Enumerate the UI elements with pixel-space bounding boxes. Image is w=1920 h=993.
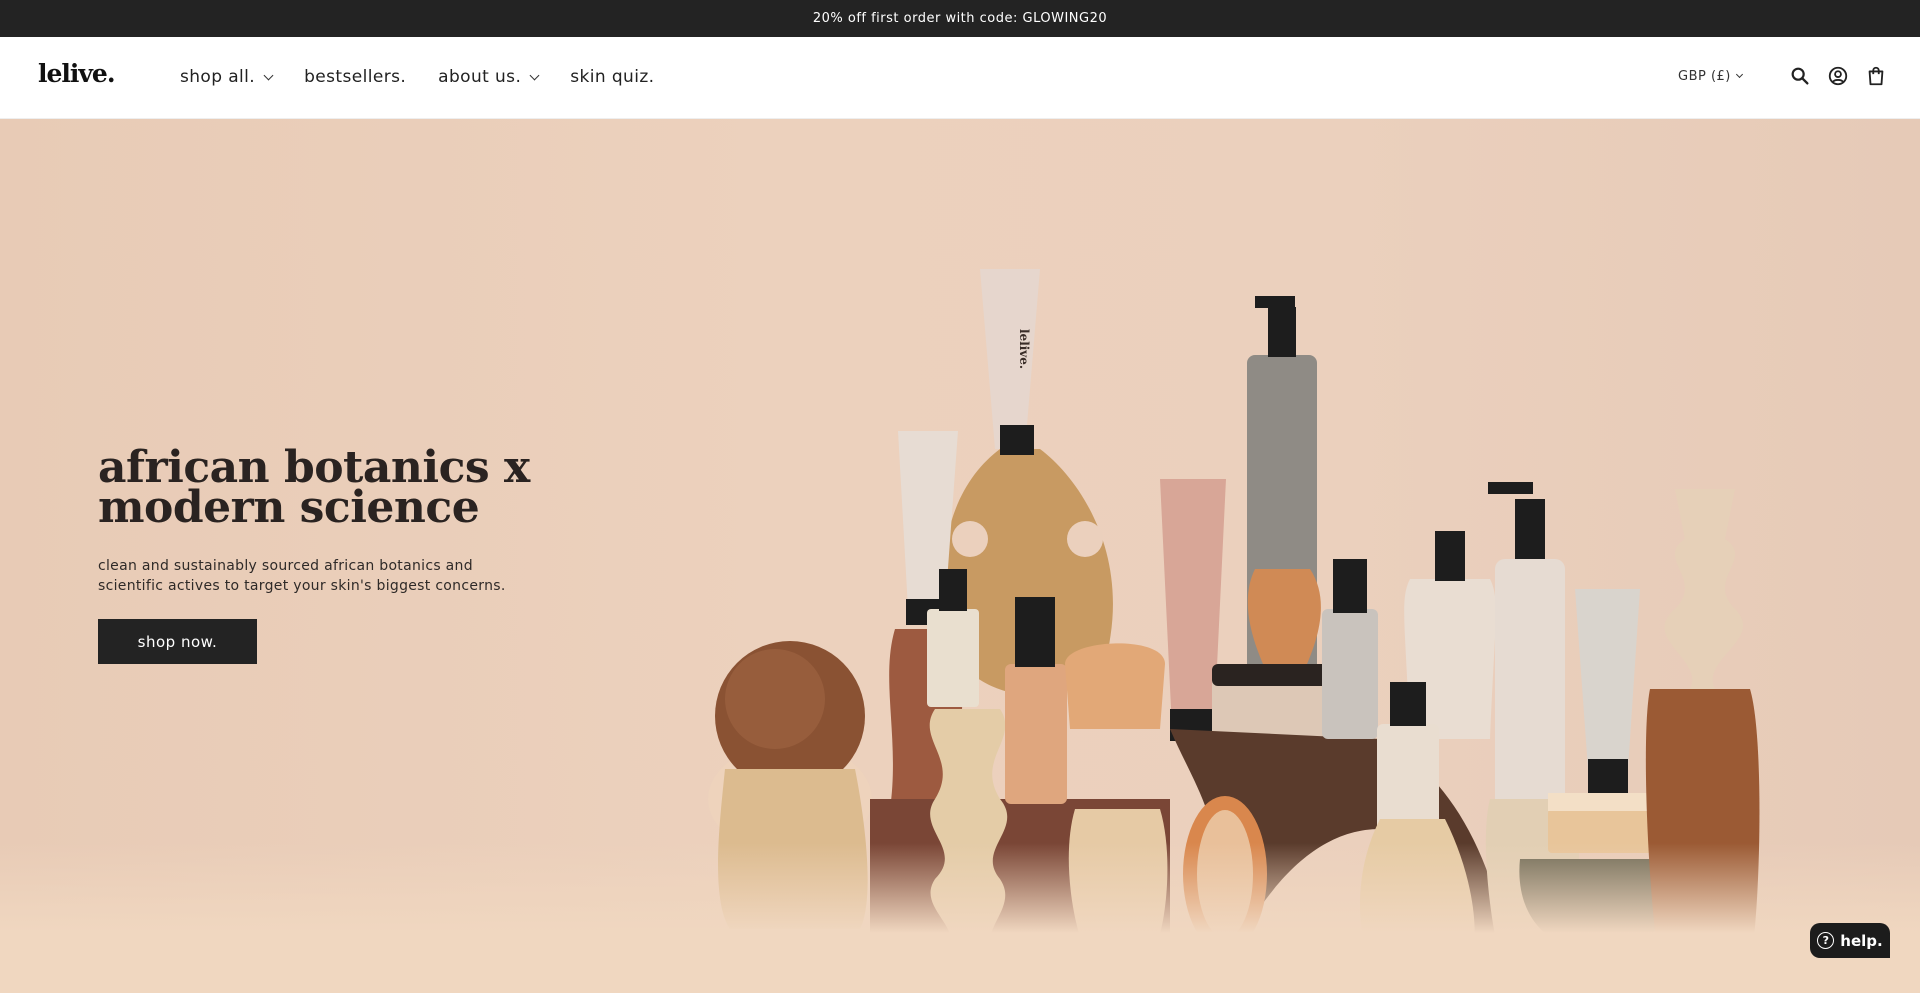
help-icon: ? <box>1817 932 1835 949</box>
nav-about-us[interactable]: about us. <box>438 67 540 87</box>
search-icon[interactable] <box>1789 65 1811 87</box>
help-button[interactable]: ? help. <box>1810 923 1890 958</box>
nav-skin-quiz-label: skin quiz. <box>570 67 655 87</box>
shop-now-button[interactable]: shop now. <box>98 619 257 664</box>
currency-selector[interactable]: GBP (£) <box>1678 69 1743 84</box>
announcement-bar: 20% off first order with code: GLOWING20 <box>0 0 1920 37</box>
announcement-text: 20% off first order with code: GLOWING20 <box>812 11 1108 26</box>
chevron-down-icon <box>263 70 274 80</box>
main-nav: shop all. bestsellers. about us. skin qu… <box>180 67 686 87</box>
account-icon[interactable] <box>1827 65 1849 87</box>
product-label-text: lelive. <box>1017 329 1031 369</box>
hero-title: african botanics x modern science <box>98 446 538 533</box>
nav-shop-all[interactable]: shop all. <box>180 67 274 87</box>
hero-subtitle: clean and sustainably sourced african bo… <box>98 556 518 596</box>
cart-icon[interactable] <box>1865 65 1887 87</box>
nav-shop-all-label: shop all. <box>180 67 256 87</box>
currency-label: GBP (£) <box>1678 69 1731 84</box>
nav-about-us-label: about us. <box>438 67 522 87</box>
hero-subtitle-line2: scientific actives to target your skin's… <box>98 578 506 594</box>
brand-logo[interactable]: lelive. <box>38 59 116 88</box>
hero-banner: lelive. african botanics x modern scienc… <box>0 119 1920 993</box>
nav-bestsellers-label: bestsellers. <box>304 67 407 87</box>
chevron-down-icon <box>529 70 540 80</box>
nav-skin-quiz[interactable]: skin quiz. <box>570 67 654 87</box>
chevron-down-icon <box>1735 70 1743 79</box>
hero-floor-shade <box>0 843 1920 993</box>
site-header: lelive. shop all. bestsellers. about us.… <box>0 37 1920 119</box>
nav-bestsellers[interactable]: bestsellers. <box>304 67 406 87</box>
help-label: help. <box>1840 931 1883 950</box>
hero-subtitle-line1: clean and sustainably sourced african bo… <box>98 558 473 574</box>
hero-title-line2: modern science <box>98 482 480 533</box>
